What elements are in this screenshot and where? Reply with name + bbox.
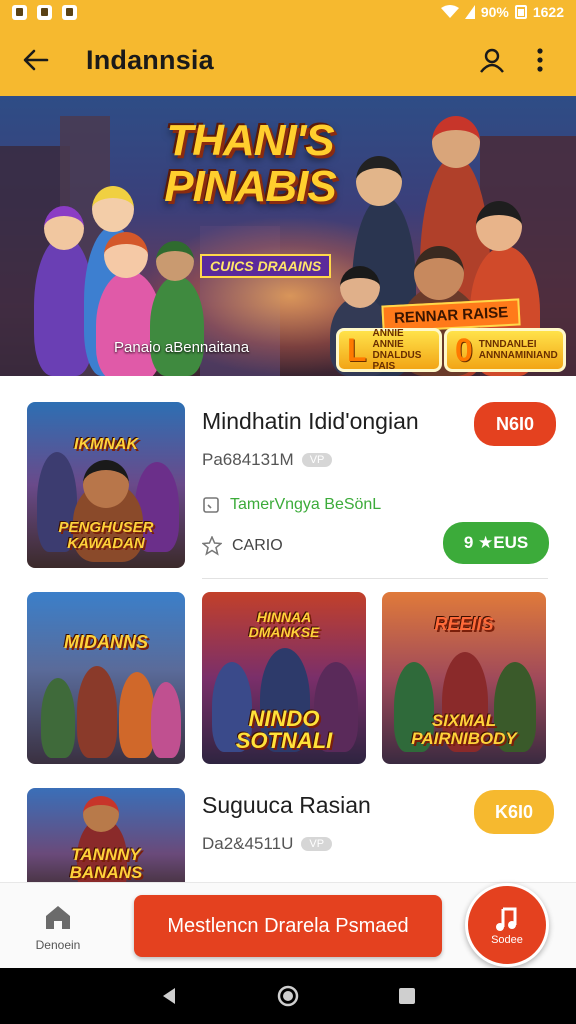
nav-home-label: Denoein	[35, 938, 81, 952]
character-figure	[41, 678, 75, 758]
meta-chip: VP	[301, 453, 333, 467]
hero-banner[interactable]: THANI'S PINABIS CUICS DRAAINS RENNAR RAI…	[0, 96, 576, 376]
grid-thumbnail-title: REEIIS	[434, 614, 494, 634]
circle-home-icon	[277, 985, 299, 1007]
hero-badge-text: ANNIE ANNIE DNALDUS PAIS	[372, 328, 422, 372]
square-recents-icon	[398, 988, 415, 1004]
character-head	[92, 186, 134, 232]
hero-badge-text: TNNDANLEI ANNNAMINIAND	[478, 339, 558, 361]
grid-thumbnail-title: MIDANNS	[64, 632, 148, 652]
character-head	[83, 460, 129, 508]
hero-caption: Panaio aBennaitana	[114, 339, 250, 356]
system-navigation	[0, 968, 576, 1024]
grid-thumbnail[interactable]: HINNAA DMANKSE NINDO SOTNALI	[202, 592, 366, 764]
hero-badge-number: L	[347, 331, 367, 368]
grid-thumbnail[interactable]: MIDANNS	[27, 592, 185, 764]
hero-title-line1: THANI'S	[166, 116, 334, 165]
divider	[202, 578, 548, 579]
grid-thumbnail-subtitle: NINDO SOTNALI	[235, 706, 333, 753]
character-head	[432, 116, 480, 168]
game-grid: MIDANNS HINNAA DMANKSE NINDO SOTNALI REE…	[0, 592, 576, 768]
game-title[interactable]: Suguuca Rasian	[202, 792, 371, 819]
fab-label: Sodee	[491, 933, 523, 946]
nav-home-button[interactable]	[268, 976, 308, 1016]
hero-title-line2: PINABIS	[164, 162, 336, 211]
overflow-menu-button[interactable]	[518, 38, 562, 82]
game-genre-text: TamerVngya BeSönL	[230, 496, 382, 513]
notification-icon	[62, 4, 77, 20]
clock: 1622	[532, 4, 564, 20]
music-note-icon	[496, 907, 517, 931]
character-head	[156, 241, 194, 281]
triangle-back-icon	[163, 988, 176, 1004]
arrow-left-icon	[23, 49, 49, 71]
app-bar: Indannsia	[0, 24, 576, 96]
character-head	[83, 796, 119, 832]
character-head	[104, 232, 148, 278]
install-badge[interactable]: K6I0	[474, 790, 554, 834]
notification-icons	[12, 4, 77, 20]
game-meta-text: Da2&4511U	[202, 834, 294, 853]
grid-thumbnail[interactable]: REEIIS SIXMAL PAIRNIBODY	[382, 592, 546, 764]
price-button[interactable]: 9 ★EUS	[443, 522, 549, 564]
profile-button[interactable]	[470, 38, 514, 82]
hero-ribbon: CUICS DRAAINS	[200, 254, 332, 278]
game-thumbnail[interactable]: TANNNY BANANS	[27, 788, 185, 886]
game-thumbnail[interactable]: IKMNAK PENGHUSER KAWADAN	[27, 402, 185, 568]
notification-icon	[12, 4, 27, 20]
nav-recents-button[interactable]	[387, 976, 427, 1016]
install-badge[interactable]: N6I0	[474, 402, 556, 446]
wifi-icon	[440, 5, 459, 18]
character-figure	[77, 666, 117, 758]
character-figure	[119, 672, 155, 758]
person-icon	[480, 48, 504, 73]
hero-badge[interactable]: 0 TNNDANLEI ANNNAMINIAND	[444, 328, 566, 372]
grid-thumbnail-subtitle: SIXMAL PAIRNIBODY	[411, 711, 517, 748]
character-head	[356, 156, 402, 206]
game-meta: Da2&4511U VP	[202, 834, 333, 854]
battery-percent: 90%	[480, 4, 509, 20]
primary-action-button[interactable]: Mestlencn Drarela Psmaed	[134, 895, 442, 957]
thumbnail-title: TANNNY BANANS	[69, 845, 143, 882]
game-meta-text: Pa684131M	[202, 450, 294, 469]
home-icon	[46, 906, 70, 929]
hero-badge[interactable]: L ANNIE ANNIE DNALDUS PAIS	[336, 328, 442, 372]
character-head	[44, 206, 84, 250]
thumbnail-title: IKMNAK	[74, 436, 138, 453]
kebab-menu-icon	[537, 48, 543, 72]
thumbnail-subtitle: PENGHUSER KAWADAN	[58, 519, 154, 552]
bottom-bar: Denoein Mestlencn Drarela Psmaed Sodee	[0, 882, 576, 968]
character-head	[476, 201, 522, 251]
character-figure	[150, 276, 204, 376]
page-title: Indannsia	[86, 44, 214, 75]
game-title[interactable]: Mindhatin Idid'ongian	[202, 408, 419, 435]
game-genre: TamerVngya BeSönL	[202, 496, 381, 514]
grid-thumbnail-title: HINNAA DMANKSE	[248, 609, 320, 640]
tag-icon	[203, 497, 219, 513]
game-meta: Pa684131M VP	[202, 450, 333, 470]
notification-icon	[37, 4, 52, 20]
featured-list-item[interactable]: IKMNAK PENGHUSER KAWADAN Mindhatin Idid'…	[0, 376, 576, 586]
character-figure	[151, 682, 181, 758]
list-item[interactable]: TANNNY BANANS Suguuca Rasian Da2&4511U V…	[0, 786, 576, 886]
hero-title: THANI'S PINABIS	[150, 118, 350, 210]
character-head	[340, 266, 380, 308]
status-bar: 90% 1622	[0, 0, 576, 24]
character-head	[414, 246, 464, 300]
meta-chip: VP	[301, 837, 333, 851]
music-fab[interactable]: Sodee	[465, 883, 549, 967]
hero-badge-number: 0	[455, 331, 473, 368]
status-right: 90% 1622	[440, 4, 564, 20]
game-rating: CARIO	[202, 536, 283, 556]
nav-home[interactable]: Denoein	[28, 903, 88, 952]
star-icon	[202, 536, 222, 556]
nav-back-button[interactable]	[149, 976, 189, 1016]
back-button[interactable]	[14, 38, 58, 82]
battery-icon	[514, 5, 527, 19]
signal-icon	[464, 5, 475, 19]
game-rating-text: CARIO	[232, 537, 283, 554]
